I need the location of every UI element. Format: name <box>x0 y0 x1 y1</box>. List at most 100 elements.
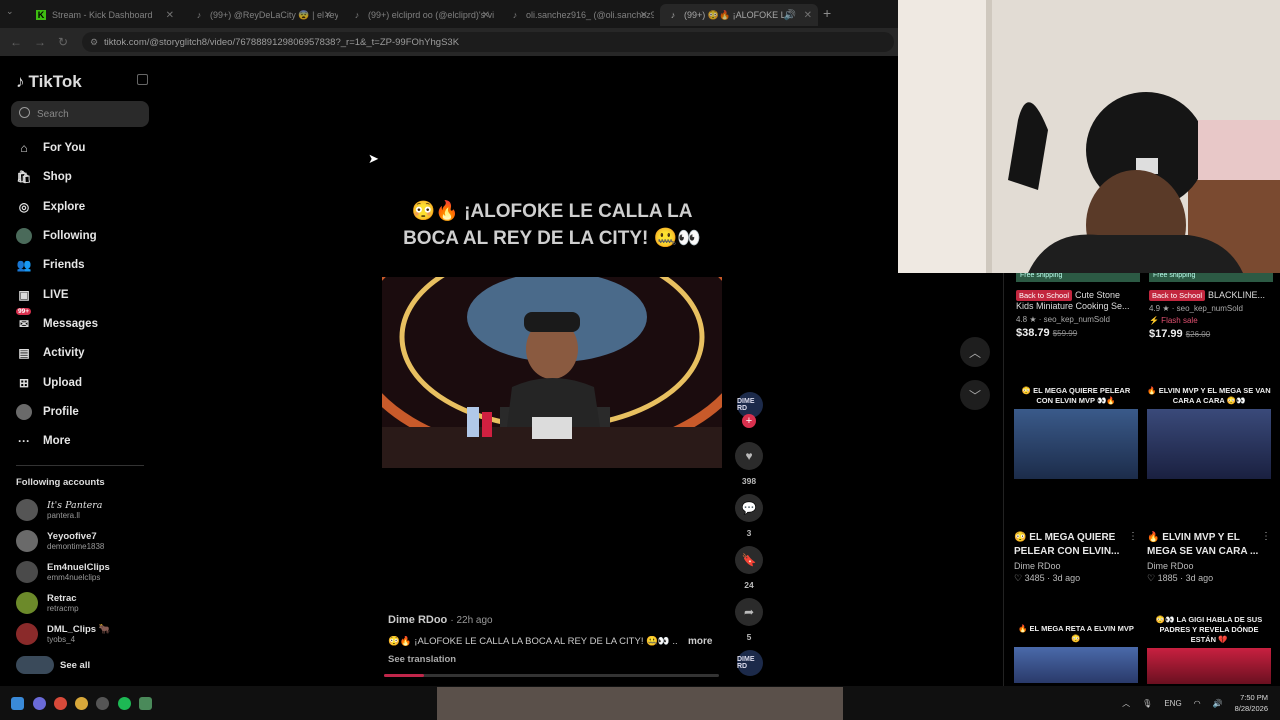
caption-more-button[interactable]: more <box>688 636 712 647</box>
search-icon <box>19 107 30 118</box>
browser-tab[interactable]: ♪ (99+) elclipr‌d oo (@elcliprd)'s vi ✕ <box>344 4 496 26</box>
save-button[interactable]: 🔖 <box>735 546 763 574</box>
tab-search-icon[interactable]: ⌄ <box>6 6 14 17</box>
clock-date: 8/28/2026 <box>1234 704 1268 713</box>
nav-explore[interactable]: ◎ Explore <box>16 196 85 218</box>
video-card[interactable]: 😳 EL MEGA QUIERE PELEAR CON ELVIN MVP 👀🔥… <box>1014 386 1138 584</box>
nav-friends[interactable]: 👥 Friends <box>16 254 85 276</box>
video-thumbnail <box>1014 647 1138 683</box>
tab-title: Stream - Kick Dashboard <box>52 10 153 20</box>
following-account[interactable]: It's Pantera pantera.ll <box>16 497 102 523</box>
following-account[interactable]: Yeyoofive7 demontime1838 <box>16 528 104 554</box>
language-indicator[interactable]: ENG <box>1164 699 1181 708</box>
nav-label: Activity <box>43 347 85 359</box>
nav-upload[interactable]: ⊞ Upload <box>16 372 82 394</box>
microphone-icon[interactable]: 🎙 <box>1142 699 1152 708</box>
video-card[interactable]: 🔥 ELVIN MVP Y EL MEGA SE VAN CARA A CARA… <box>1147 386 1271 584</box>
chrome-icon[interactable] <box>54 697 67 710</box>
back-icon[interactable]: ← <box>10 35 22 49</box>
app-icon[interactable] <box>96 697 109 710</box>
following-account[interactable]: Retrac retracmp <box>16 590 79 616</box>
product-card[interactable]: Free shipping Back to School Cute Stone K… <box>1016 272 1140 339</box>
nav-live[interactable]: ▣ LIVE <box>16 284 68 306</box>
nav-shop[interactable]: 🛍 Shop <box>16 166 71 188</box>
close-icon[interactable]: ✕ <box>640 10 648 21</box>
volume-icon[interactable]: 🔊 <box>1213 699 1223 708</box>
video-card[interactable]: 😳👀 LA GIGI HABLA DE SUS PADRES Y REVELA … <box>1147 615 1271 684</box>
chevron-up-icon[interactable]: ︿ <box>1122 698 1130 709</box>
forward-icon[interactable]: → <box>34 35 46 49</box>
new-tab-button[interactable]: + <box>823 5 831 21</box>
nav-more[interactable]: ··· More <box>16 430 70 452</box>
address-bar[interactable]: ⚙ tiktok.com/@storyglitch8/video/7678889… <box>82 32 894 52</box>
see-all-link[interactable]: See all <box>16 652 90 678</box>
app-icon[interactable] <box>139 697 152 710</box>
browser-tab-active[interactable]: ♪ (99+) 😳🔥 ¡ALOFOKE LE C 🔊 ✕ <box>660 4 818 26</box>
reload-icon[interactable]: ↻ <box>58 35 68 49</box>
previous-video-button[interactable]: ︿ <box>960 337 990 367</box>
tab-title: (99+) @ReyDeLaCity 😨 | el rey <box>210 9 338 20</box>
browser-tab[interactable]: ♪ (99+) @ReyDeLaCity 😨 | el rey ✕ <box>186 4 338 26</box>
original-price: $59.99 <box>1052 329 1078 338</box>
chrome-active-icon[interactable] <box>75 697 88 710</box>
close-icon[interactable]: ✕ <box>324 10 332 21</box>
product-rating: 4.9 ★ · seo_kep_numSold <box>1149 304 1243 313</box>
browser-tab[interactable]: K Stream - Kick Dashboard ✕ <box>28 4 180 26</box>
nav-label: Friends <box>43 259 85 271</box>
tiktok-icon: ♪ <box>670 10 676 20</box>
following-account[interactable]: Em4nuelClips emm4nuelclips <box>16 559 110 585</box>
site-info-icon[interactable]: ⚙ <box>90 37 98 48</box>
close-icon[interactable]: ✕ <box>482 10 490 21</box>
share-button[interactable]: ➦ <box>735 598 763 626</box>
like-button[interactable]: ♥ <box>735 442 763 470</box>
webcam-frame <box>898 0 1280 273</box>
avatar <box>16 592 38 614</box>
profile-avatar-icon: ● <box>16 404 32 420</box>
start-icon[interactable] <box>11 697 24 710</box>
close-icon[interactable]: ✕ <box>166 10 174 21</box>
search-input[interactable]: Search <box>11 101 149 127</box>
close-icon[interactable]: ✕ <box>804 10 812 21</box>
comment-button[interactable]: 💬 <box>735 494 763 522</box>
video-progress-bar[interactable] <box>384 674 719 677</box>
product-card[interactable]: Free shipping Back to School BLACKLINE...… <box>1149 272 1273 340</box>
nav-following[interactable]: ● Following <box>16 225 97 247</box>
clock-time: 7:50 PM <box>1240 693 1268 702</box>
account-handle: retracmp <box>47 603 79 613</box>
nav-activity[interactable]: ▤ Activity <box>16 342 85 364</box>
nav-for-you[interactable]: ⌂ For You <box>16 137 85 159</box>
more-options-icon[interactable]: ⋮ <box>1261 531 1271 542</box>
speaker-icon[interactable]: 🔊 <box>784 10 796 21</box>
nav-label: Explore <box>43 201 86 213</box>
app-icon[interactable] <box>33 697 46 710</box>
activity-icon: ▤ <box>18 346 30 360</box>
nav-messages[interactable]: ✉ 99+ Messages <box>16 308 98 335</box>
video-card-title: 🔥 ELVIN MVP Y EL MEGA SE VAN CARA ... <box>1147 532 1259 557</box>
mouse-cursor-icon: ➤ <box>368 151 379 166</box>
next-video-button[interactable]: ﹀ <box>960 380 990 410</box>
tab-title: oli.sanchez916_ (@oli.sanchez9 <box>526 10 654 20</box>
follow-button[interactable]: + <box>742 414 756 428</box>
video-player[interactable] <box>382 277 722 468</box>
spotify-icon[interactable] <box>118 697 131 710</box>
promo-badge: Back to School <box>1016 290 1073 301</box>
nav-profile[interactable]: ● Profile <box>16 401 79 423</box>
see-translation-button[interactable]: See translation <box>388 654 456 665</box>
video-card-title: 😳 EL MEGA QUIERE PELEAR CON ELVIN... <box>1014 532 1120 557</box>
search-placeholder: Search <box>37 108 69 120</box>
wifi-icon[interactable]: ◠ <box>1194 699 1201 708</box>
heart-icon: ♥ <box>745 449 753 463</box>
clock[interactable]: 7:50 PM 8/28/2026 <box>1235 692 1268 714</box>
more-options-icon[interactable]: ⋮ <box>1128 531 1138 542</box>
browser-tab[interactable]: ♪ oli.sanchez916_ (@oli.sanchez9 ✕ <box>502 4 654 26</box>
account-handle: pantera.ll <box>47 510 80 520</box>
music-disc[interactable]: DIME RD <box>737 650 763 676</box>
tiktok-logo[interactable]: ♪ TikTok <box>16 72 82 92</box>
like-count: 398 <box>741 476 757 486</box>
video-author[interactable]: Dime RDoo · 22h ago <box>388 614 493 626</box>
video-card-stats: ♡ 3485 · 3d ago <box>1014 573 1081 583</box>
following-account[interactable]: DML_Clips 🐂 tyobs_4 <box>16 621 111 647</box>
collapse-sidebar-icon[interactable] <box>137 74 148 85</box>
comment-count: 3 <box>746 528 752 538</box>
video-card[interactable]: 🔥 EL MEGA RETA A ELVIN MVP 😳 <box>1014 624 1138 683</box>
